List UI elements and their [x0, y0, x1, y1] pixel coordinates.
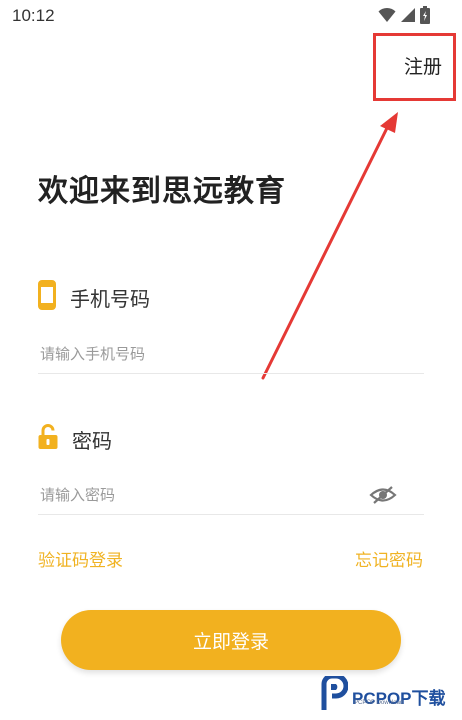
signal-icon — [400, 7, 416, 27]
watermark-logo-icon — [318, 673, 349, 716]
register-link[interactable]: 注册 — [404, 52, 442, 79]
password-field-header: 密码 — [38, 424, 112, 454]
forgot-password-link[interactable]: 忘记密码 — [355, 546, 423, 571]
password-label: 密码 — [72, 428, 112, 453]
phone-input[interactable] — [38, 337, 360, 371]
eye-off-icon[interactable] — [368, 480, 398, 510]
status-bar: 10:12 — [0, 0, 462, 32]
phone-input-row — [38, 337, 424, 374]
battery-icon — [420, 6, 430, 28]
password-input[interactable] — [38, 478, 360, 512]
phone-field-header: 手机号码 — [38, 280, 150, 314]
sms-login-link[interactable]: 验证码登录 — [38, 546, 123, 571]
watermark: PCPOP下载 PCPOP Download — [318, 673, 446, 716]
phone-icon — [38, 280, 56, 314]
login-button[interactable]: 立即登录 — [61, 610, 401, 670]
status-icons — [378, 6, 430, 28]
password-input-row — [38, 478, 424, 515]
status-time: 10:12 — [12, 6, 55, 25]
watermark-sub: PCPOP Download — [354, 700, 404, 706]
unlock-icon — [38, 424, 58, 454]
phone-label: 手机号码 — [70, 286, 150, 311]
wifi-icon — [378, 7, 396, 27]
page-title: 欢迎来到思远教育 — [38, 174, 286, 209]
